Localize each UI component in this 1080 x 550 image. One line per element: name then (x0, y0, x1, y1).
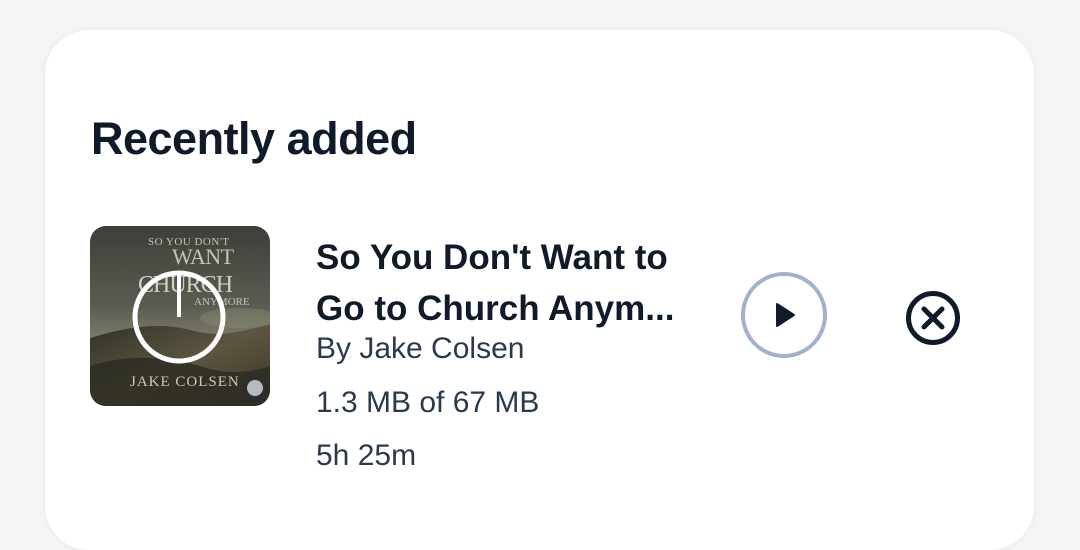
close-circle-icon (906, 291, 960, 345)
book-title-line1: So You Don't Want to (316, 238, 668, 277)
cover-author-text: JAKE COLSEN (130, 374, 240, 390)
cover-text-line2: WANT (172, 244, 234, 269)
download-progress-text: 1.3 MB of 67 MB (316, 386, 540, 419)
book-duration: 5h 25m (316, 439, 417, 472)
book-title[interactable]: So You Don't Want to Go to Church Anym..… (316, 232, 706, 334)
book-cover[interactable]: SO YOU DON'T WANT CHURCH ANYMORE JAKE CO… (90, 226, 270, 406)
book-author: By Jake Colsen (316, 332, 525, 365)
download-progress-ring (132, 270, 226, 364)
remove-button[interactable] (905, 290, 961, 346)
recently-added-card: Recently added SO YOU DON'T WANT CHURCH … (45, 30, 1034, 550)
book-title-line2: Go to Church Anym... (316, 289, 675, 328)
play-icon (776, 303, 795, 327)
play-button[interactable] (741, 272, 827, 358)
section-title: Recently added (91, 113, 417, 164)
